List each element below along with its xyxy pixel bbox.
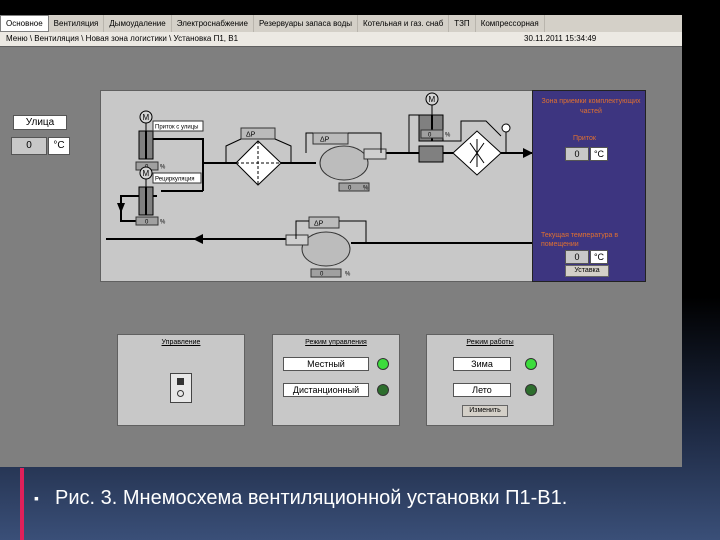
menu-item-compressor[interactable]: Компрессорная [476,15,545,32]
svg-text:%: % [445,133,451,139]
change-button[interactable]: Изменить [462,405,508,417]
svg-text:ΔP: ΔP [314,221,324,228]
menu-item-tzp[interactable]: ТЗП [449,15,476,32]
power-switch[interactable] [170,373,192,403]
breadcrumb-bar: Меню \ Вентиляция \ Новая зона логистики… [0,32,682,47]
setpoint-button[interactable]: Уставка [565,265,609,277]
supply-unit: °C [590,147,608,161]
control-panel: Управление [117,334,245,426]
supply-label: Приток [573,135,596,142]
room-temp-label: Текущая температура в помещении [541,232,619,248]
mode-remote[interactable]: Дистанционный [283,383,369,397]
mode-title: Режим управления [305,339,367,346]
zone-panel: Зона приемки комплектующих частей Приток… [532,90,646,282]
damper-recirc: M Рециркуляция 0 % [135,166,202,226]
breadcrumb: Меню \ Вентиляция \ Новая зона логистики… [6,34,239,43]
filter: ΔP [235,127,282,186]
zone-title: Зона приемки комплектующих частей [541,98,641,115]
room-temp-unit: °C [590,250,608,264]
led-summer-icon [525,384,537,396]
svg-text:M: M [429,95,436,104]
room-temp-value: 0 [565,250,589,264]
led-winter-icon [525,358,537,370]
svg-text:ΔP: ΔP [320,137,330,144]
scada-screen: Основное Вентиляция Дымоудаление Электро… [0,15,682,467]
damper-outdoor: M Приток с улицы 0 % [135,110,204,171]
switch-lever [177,378,184,385]
led-remote-icon [377,384,389,396]
caption-accent-bar [20,468,24,540]
duct-outdoor [153,138,236,164]
switch-indicator [177,390,184,397]
mode-summer[interactable]: Лето [453,383,511,397]
svg-text:%: % [363,186,369,192]
slide-caption: Рис. 3. Мнемосхема вентиляционной устано… [55,487,568,509]
temp-sensor [501,123,511,153]
valve1-label: Приток с улицы [155,125,198,131]
control-title: Управление [161,339,201,346]
heat-exchanger [452,130,502,176]
outdoor-value: 0 [11,137,47,155]
heater-valve: M 0 % [418,92,451,163]
process-diagram: M Приток с улицы 0 % M Рециркуляция 0 % [100,90,534,282]
svg-text:%: % [345,272,351,278]
supply-value: 0 [565,147,589,161]
menu-item-water-tanks[interactable]: Резервуары запаса воды [254,15,358,32]
menu-item-power[interactable]: Электроснабжение [172,15,254,32]
svg-text:M: M [143,113,150,122]
svg-text:%: % [160,165,166,171]
menu-item-ventilation[interactable]: Вентиляция [49,15,105,32]
outdoor-unit: °C [48,137,70,155]
work-mode-panel: Режим работы Зима Лето Изменить [426,334,554,426]
mode-winter[interactable]: Зима [453,357,511,371]
outdoor-title: Улица [13,115,67,130]
mode-local[interactable]: Местный [283,357,369,371]
led-local-icon [377,358,389,370]
svg-text:M: M [143,169,150,178]
arrow-return [193,234,203,244]
datetime: 30.11.2011 15:34:49 [524,34,597,43]
valve2-label: Рециркуляция [155,177,195,183]
menu-item-main[interactable]: Основное [0,15,49,32]
diagram-svg: M Приток с улицы 0 % M Рециркуляция 0 % [106,92,533,278]
svg-text:%: % [160,220,166,226]
top-menu: Основное Вентиляция Дымоудаление Электро… [0,15,682,33]
arrow-recirc [117,203,125,213]
menu-item-smoke[interactable]: Дымоудаление [104,15,172,32]
svg-text:ΔP: ΔP [246,132,256,139]
menu-item-boiler[interactable]: Котельная и газ. снаб [358,15,450,32]
supply-fan: ΔP 0 % [312,132,387,192]
work-title: Режим работы [466,339,514,346]
bullet-icon: ▪ [34,490,39,506]
control-mode-panel: Режим управления Местный Дистанционный [272,334,400,426]
